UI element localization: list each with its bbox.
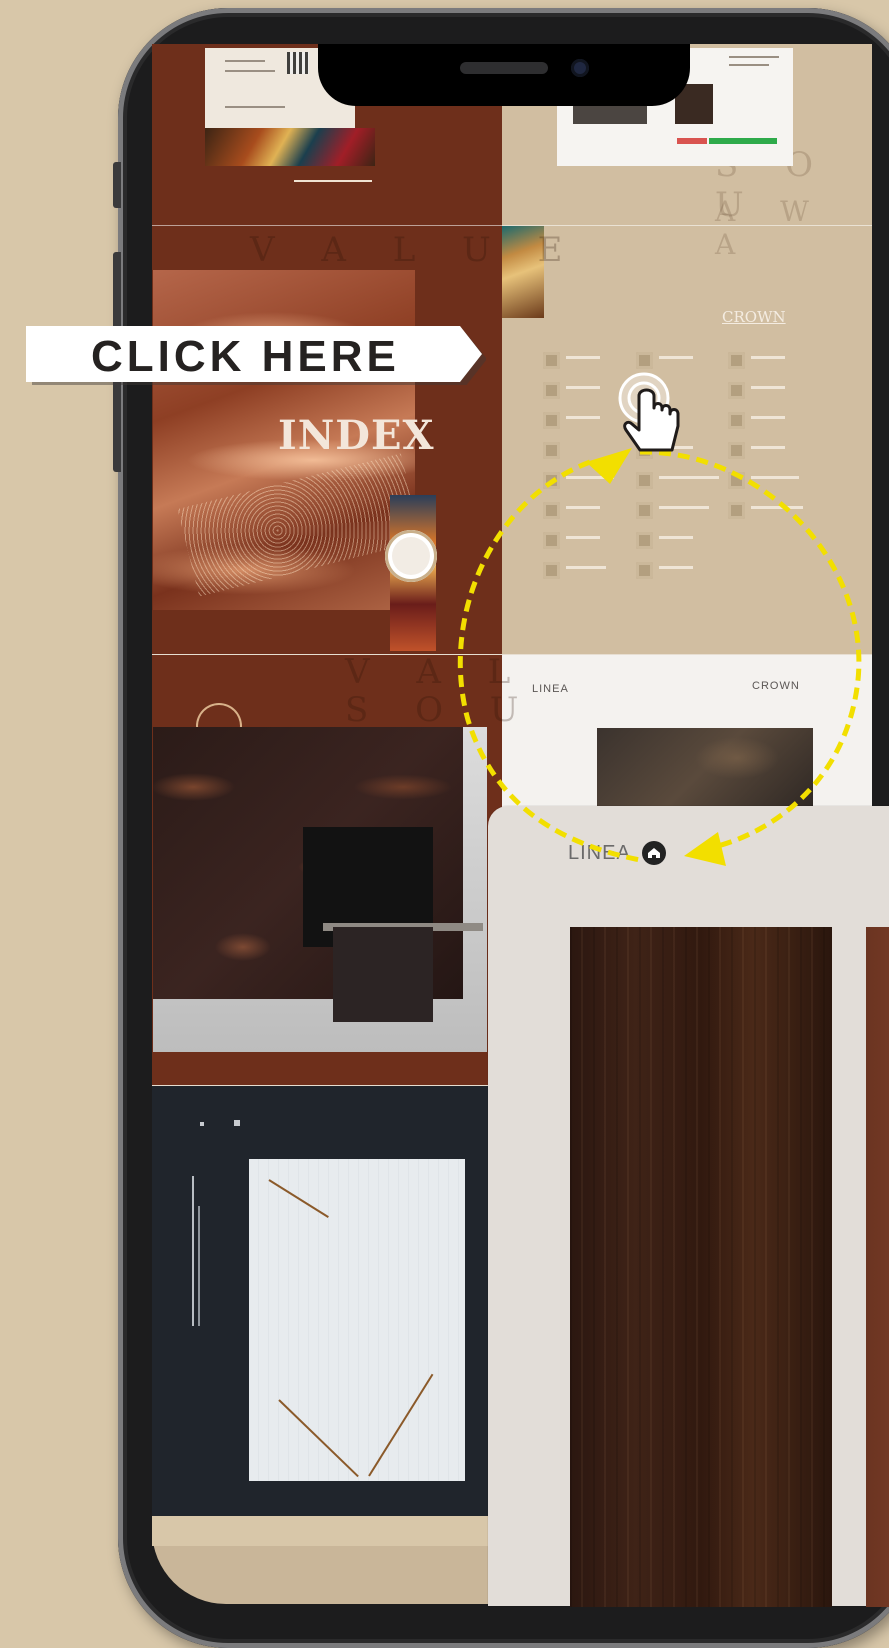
linea-tile-label: LINEA xyxy=(532,683,569,695)
index-item-icon xyxy=(636,472,653,489)
index-item-text xyxy=(751,506,803,509)
index-item-icon xyxy=(728,382,745,399)
marble-vein xyxy=(268,1179,329,1218)
index-item-icon xyxy=(543,562,560,579)
home-icon[interactable] xyxy=(642,841,666,865)
index-item-icon xyxy=(728,352,745,369)
index-item-icon xyxy=(543,412,560,429)
qr-code-icon xyxy=(287,52,309,74)
status-chip xyxy=(709,138,777,144)
index-brand-label: CROWN xyxy=(722,308,786,326)
brand-seal-icon xyxy=(385,530,437,582)
index-item-text xyxy=(566,506,600,509)
status-chip xyxy=(677,138,707,144)
index-item-text xyxy=(751,446,785,449)
row-divider xyxy=(152,225,872,226)
index-item-icon xyxy=(543,382,560,399)
index-item-text xyxy=(566,386,600,389)
index-item-icon xyxy=(728,502,745,519)
index-item-text xyxy=(751,416,785,419)
index-item-icon xyxy=(543,472,560,489)
phone-notch xyxy=(318,44,690,106)
mini-text-line xyxy=(294,180,372,182)
earpiece-speaker xyxy=(460,62,548,74)
mini-text-line xyxy=(225,106,285,108)
home-glyph xyxy=(648,848,660,858)
click-here-label: CLICK HERE xyxy=(91,332,400,381)
index-item-icon xyxy=(543,532,560,549)
index-item-text xyxy=(659,536,693,539)
index-item-icon xyxy=(728,412,745,429)
index-item-text xyxy=(659,356,693,359)
index-item-text xyxy=(751,386,785,389)
index-item-text xyxy=(566,476,614,479)
click-here-callout[interactable]: CLICK HERE xyxy=(26,326,486,385)
white-marble-slab xyxy=(249,1159,465,1481)
index-item-text xyxy=(566,356,600,359)
volume-down-button xyxy=(113,372,121,472)
index-item-text xyxy=(659,506,709,509)
mini-text-line xyxy=(729,64,769,66)
kitchen-island xyxy=(333,927,433,1022)
index-item-icon xyxy=(636,352,653,369)
index-title: INDEX xyxy=(278,412,435,459)
stone-slab-thumb xyxy=(597,728,813,808)
index-item-icon xyxy=(543,352,560,369)
fabric-thumb xyxy=(205,128,375,166)
mute-switch xyxy=(113,162,121,208)
tap-hand-icon xyxy=(618,372,680,452)
zoom-preview-panel: LINEA xyxy=(488,806,889,1607)
index-item-text xyxy=(751,476,799,479)
index-item-text xyxy=(659,476,719,479)
index-item-icon xyxy=(636,532,653,549)
index-item-icon xyxy=(636,562,653,579)
index-item-icon xyxy=(728,442,745,459)
decor-letters: V A L U E xyxy=(250,230,581,270)
index-item-text xyxy=(566,416,600,419)
decor-letters: S O U xyxy=(345,690,537,730)
decor-letters: V A L xyxy=(345,652,529,692)
panel-title: LINEA xyxy=(568,842,631,864)
mini-text-line xyxy=(729,56,779,58)
marble-vein xyxy=(278,1399,359,1478)
decor-letters: A W A xyxy=(715,195,827,261)
vertical-caption-lines xyxy=(188,1160,228,1330)
index-item-text xyxy=(566,566,606,569)
wood-slab-preview xyxy=(570,927,832,1607)
swatch-thumb xyxy=(573,104,647,124)
index-item-icon xyxy=(543,502,560,519)
index-item-icon xyxy=(543,442,560,459)
row-divider xyxy=(152,654,872,655)
marble-vein xyxy=(368,1373,434,1477)
index-item-text xyxy=(751,356,785,359)
dot-marker xyxy=(234,1120,240,1126)
index-item-icon xyxy=(728,472,745,489)
index-item-icon xyxy=(636,502,653,519)
mini-text-line xyxy=(225,60,265,62)
front-camera xyxy=(571,59,589,77)
wood-slab-preview-partial xyxy=(866,927,889,1607)
dot-marker xyxy=(200,1122,204,1126)
index-item-text xyxy=(659,566,693,569)
linea-tile-brand: CROWN xyxy=(752,680,800,692)
index-item-text xyxy=(566,536,600,539)
mini-text-line xyxy=(225,70,275,72)
kitchen-photo xyxy=(153,727,487,1052)
